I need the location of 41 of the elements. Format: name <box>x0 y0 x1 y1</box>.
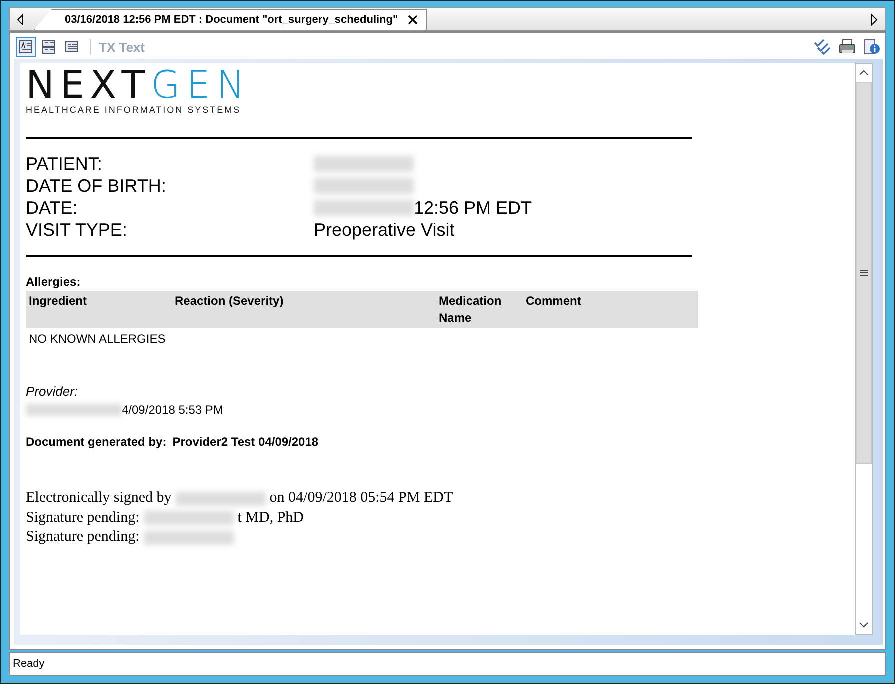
scroll-left-icon[interactable] <box>16 14 26 26</box>
column-header: Reaction (Severity) <box>172 291 436 328</box>
page-layout-icon <box>42 40 56 54</box>
page-layout-icon <box>19 40 33 54</box>
provider-label: Provider: <box>26 384 80 399</box>
column-header: Comment <box>523 291 698 328</box>
page-layout-icon <box>65 40 79 54</box>
field-label: PATIENT: <box>26 153 104 175</box>
signature-text: Signature pending: <box>26 528 140 547</box>
grip-icon <box>860 269 868 277</box>
section-title: Allergies: <box>26 275 82 289</box>
field-value: 12:56 PM EDT <box>414 197 532 219</box>
view-mode-button[interactable] <box>16 37 36 57</box>
double-check-icon[interactable] <box>813 38 831 56</box>
column-header: Medication Name <box>436 291 523 328</box>
column-header: Ingredient <box>26 291 172 328</box>
tab-title: 03/16/2018 12:56 PM EDT : Document "ort_surgery_scheduling" <box>65 14 398 26</box>
generated-label: Document generated by: <box>26 435 167 449</box>
signature-text: Electronically signed by <box>26 489 172 508</box>
logo-tagline: HEALTHCARE INFORMATION SYSTEMS <box>26 105 242 115</box>
provider-timestamp: 4/09/2018 5:53 PM <box>122 403 224 417</box>
logo-text: NEXT <box>26 63 152 107</box>
table-cell: NO KNOWN ALLERGIES <box>26 328 172 350</box>
document-tab[interactable]: 03/16/2018 12:56 PM EDT : Document "ort_surgery_scheduling" <box>34 9 428 30</box>
status-text: Ready <box>9 652 886 676</box>
generated-value: Provider2 Test 04/09/2018 <box>172 435 319 449</box>
field-label: VISIT TYPE: <box>26 219 128 241</box>
vertical-scrollbar[interactable] <box>855 63 873 635</box>
close-icon[interactable] <box>408 15 418 25</box>
toolbar-label: TX Text <box>99 40 145 54</box>
signature-text: on 04/09/2018 05:54 PM EDT <box>270 489 454 508</box>
signature-text: Signature pending: <box>26 508 140 528</box>
field-value: Preoperative Visit <box>314 219 455 241</box>
field-label: DATE OF BIRTH: <box>26 175 168 197</box>
field-label: DATE: <box>26 197 79 219</box>
scroll-thumb[interactable] <box>856 82 872 464</box>
scroll-right-icon[interactable] <box>869 14 879 26</box>
signature-text: t MD, PhD <box>238 508 304 528</box>
logo-text: GEN <box>151 63 251 107</box>
print-icon[interactable] <box>838 38 856 56</box>
info-icon[interactable] <box>863 38 881 56</box>
